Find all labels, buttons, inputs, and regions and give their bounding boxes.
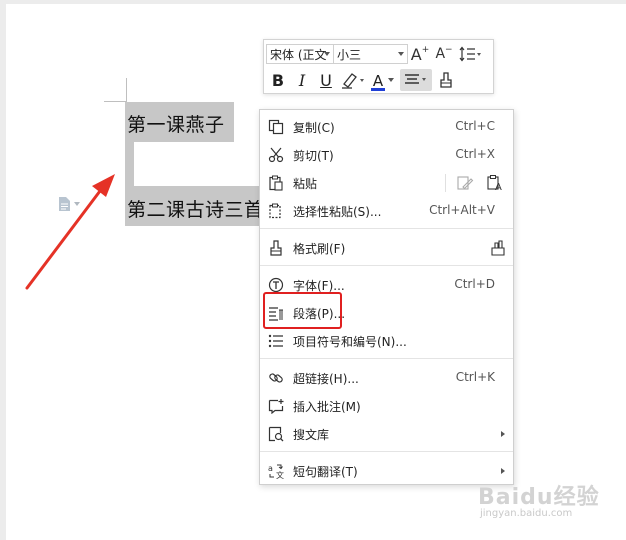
shrink-font-icon: A	[435, 46, 446, 62]
menu-item-label: 格式刷(F)	[293, 242, 346, 256]
menu-item-label: 项目符号和编号(N)...	[293, 335, 407, 349]
highlighter-icon	[342, 73, 364, 89]
link-icon	[267, 369, 285, 387]
paste-text-only-icon[interactable]: A	[486, 174, 504, 196]
menu-item-label: 剪切(T)	[293, 149, 334, 163]
menu-item-hyperlink[interactable]: 超链接(H)... Ctrl+K	[260, 365, 513, 391]
highlight-button[interactable]	[340, 69, 366, 91]
menu-item-cut[interactable]: 剪切(T) Ctrl+X	[260, 142, 513, 168]
menu-item-shortcut: Ctrl+C	[455, 119, 495, 133]
menu-item-label: 插入批注(M)	[293, 400, 361, 414]
copy-icon	[267, 118, 285, 136]
menu-item-format-painter[interactable]: 格式刷(F)	[260, 235, 513, 261]
menu-item-insert-comment[interactable]: 插入批注(M)	[260, 393, 513, 419]
menu-item-paste[interactable]: 粘贴 A	[260, 170, 513, 196]
menu-item-shortcut: Ctrl+X	[455, 147, 495, 161]
paste-keep-format-icon[interactable]	[456, 174, 474, 196]
line-spacing-icon	[459, 46, 481, 62]
menu-item-shortcut: Ctrl+D	[454, 277, 495, 291]
menu-item-label: 搜文库	[293, 428, 330, 442]
watermark: Baidu经验 jingyan.baidu.com	[478, 479, 600, 519]
format-painter-icon	[267, 239, 285, 257]
scissors-icon	[267, 146, 285, 164]
paste-icon	[267, 174, 285, 192]
chevron-down-icon	[398, 52, 404, 56]
menu-item-translate[interactable]: a文 短句翻译(T)	[260, 458, 513, 484]
menu-separator	[260, 451, 513, 452]
svg-text:a: a	[268, 464, 273, 473]
format-painter-icon	[440, 72, 452, 88]
line-spacing-button[interactable]	[456, 43, 484, 65]
font-color-swatch	[371, 87, 385, 91]
menu-separator	[260, 265, 513, 266]
floating-format-toolbar: 宋体 (正文 小三 A + A − B I U A	[263, 39, 494, 94]
svg-text:A: A	[495, 182, 502, 192]
align-center-icon	[405, 74, 426, 84]
menu-item-shortcut: Ctrl+Alt+V	[429, 203, 495, 217]
doc-search-icon	[267, 425, 285, 443]
menu-separator	[260, 358, 513, 359]
format-painter-button[interactable]	[436, 69, 456, 91]
menu-item-shortcut: Ctrl+K	[455, 370, 495, 384]
underline-button[interactable]: U	[316, 69, 336, 91]
align-button[interactable]	[400, 69, 432, 91]
bulleted-list-icon	[267, 332, 285, 350]
shrink-font-button[interactable]: A −	[432, 43, 456, 65]
menu-item-label: 复制(C)	[293, 121, 335, 135]
font-name-value: 宋体 (正文	[270, 47, 327, 62]
menu-item-label: 短句翻译(T)	[293, 465, 358, 479]
chevron-down-icon	[324, 52, 330, 56]
italic-button[interactable]: I	[292, 69, 312, 91]
divider	[445, 174, 446, 192]
menu-item-bullets-numbering[interactable]: 项目符号和编号(N)...	[260, 328, 513, 354]
svg-text:文: 文	[276, 470, 284, 479]
grow-font-button[interactable]: A +	[408, 43, 432, 65]
bold-button[interactable]: B	[268, 69, 288, 91]
menu-item-paste-special[interactable]: 选择性粘贴(S)... Ctrl+Alt+V	[260, 198, 513, 224]
chevron-right-icon	[501, 468, 505, 474]
menu-separator	[260, 228, 513, 229]
font-name-select[interactable]: 宋体 (正文	[266, 44, 334, 64]
grow-font-icon: A	[410, 44, 422, 64]
font-size-value: 小三	[337, 47, 362, 62]
font-color-button[interactable]: A	[370, 69, 396, 91]
menu-item-label: 选择性粘贴(S)...	[293, 205, 382, 219]
menu-item-copy[interactable]: 复制(C) Ctrl+C	[260, 114, 513, 140]
watermark-brand: Baidu经验	[478, 485, 600, 510]
watermark-url: jingyan.baidu.com	[480, 508, 573, 519]
font-size-select[interactable]: 小三	[334, 44, 408, 64]
translate-icon: a文	[267, 462, 285, 480]
menu-item-label: 粘贴	[293, 177, 318, 191]
menu-item-search-library[interactable]: 搜文库	[260, 421, 513, 447]
chevron-down-icon	[388, 78, 394, 82]
chevron-right-icon	[501, 431, 505, 437]
format-painter-multi-icon[interactable]	[489, 239, 507, 261]
comment-add-icon	[267, 397, 285, 415]
paragraph-highlight-box	[263, 292, 342, 329]
paste-special-icon	[267, 202, 285, 220]
menu-item-label: 超链接(H)...	[293, 372, 359, 386]
